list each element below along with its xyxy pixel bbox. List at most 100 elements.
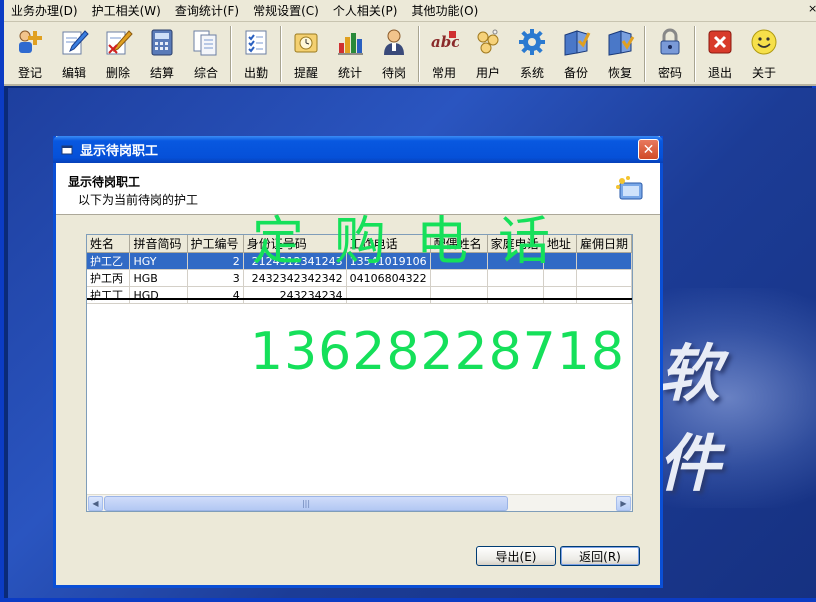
horizontal-scrollbar[interactable]: ◀ ||| ▶ — [87, 494, 632, 511]
summary-button[interactable]: 综合 — [184, 22, 228, 84]
exit-label: 退出 — [707, 66, 732, 80]
exit-icon — [704, 26, 736, 58]
cell-pinyin: HGD — [129, 286, 188, 304]
dialog-close-button[interactable]: ✕ — [638, 139, 659, 160]
cell-home-phone — [487, 286, 544, 304]
edit-label: 编辑 — [61, 66, 86, 80]
common-icon: abc — [428, 26, 460, 58]
attendance-icon — [240, 26, 272, 58]
scrollbar-thumb[interactable]: ||| — [104, 496, 508, 511]
password-label: 密码 — [657, 66, 682, 80]
restore-button[interactable]: 恢复 — [598, 22, 642, 84]
dialog-header-panel: 显示待岗职工 以下为当前待岗的护工 — [56, 163, 660, 215]
col-header-pinyin[interactable]: 拼音简码 — [129, 235, 188, 253]
table-row[interactable]: 护工丙 HGB 3 2432342342342 04106804322 — [87, 269, 632, 287]
cell-id: 4 — [187, 286, 244, 304]
cell-id: 2 — [187, 252, 244, 270]
col-header-hire-date[interactable]: 雇佣日期 — [576, 235, 632, 253]
statistics-icon — [334, 26, 366, 58]
menu-business[interactable]: 业务办理(D) — [4, 1, 85, 21]
dialog-title: 显示待岗职工 — [80, 144, 159, 159]
toolbar-separator — [418, 26, 420, 82]
menu-bar: 业务办理(D) 护工相关(W) 查询统计(F) 常规设置(C) 个人相关(P) … — [4, 0, 816, 22]
delete-icon — [102, 26, 134, 58]
toolbar-separator — [280, 26, 282, 82]
users-label: 用户 — [475, 66, 500, 80]
summary-label: 综合 — [193, 66, 218, 80]
register-icon — [14, 26, 46, 58]
about-smiley-icon — [748, 26, 780, 58]
scroll-right-arrow-icon[interactable]: ▶ — [616, 496, 631, 511]
col-header-name[interactable]: 姓名 — [87, 235, 131, 253]
cell-id: 3 — [187, 269, 244, 287]
cell-idcard: 243234234 — [243, 286, 347, 304]
restore-icon — [604, 26, 636, 58]
toolbar-separator — [644, 26, 646, 82]
reminder-icon — [290, 26, 322, 58]
back-button[interactable]: 返回(R) — [560, 546, 640, 566]
statistics-label: 统计 — [337, 66, 362, 80]
edit-icon — [58, 26, 90, 58]
toolbar: 登记 编辑 删除 结算 综合 出勤 提醒 统计 待岗 abc 常用 用户 系统 … — [4, 22, 816, 86]
wizard-sparkle-icon — [614, 173, 646, 205]
table-row[interactable]: 护工丁 HGD 4 243234234 — [87, 286, 632, 304]
system-button[interactable]: 系统 — [510, 22, 554, 84]
menu-query-stats[interactable]: 查询统计(F) — [168, 1, 246, 21]
statistics-button[interactable]: 统计 — [328, 22, 372, 84]
users-icon — [472, 26, 504, 58]
attendance-button[interactable]: 出勤 — [234, 22, 278, 84]
exit-button[interactable]: 退出 — [698, 22, 742, 84]
menu-other[interactable]: 其他功能(O) — [404, 1, 485, 21]
menu-personal[interactable]: 个人相关(P) — [326, 1, 405, 21]
cell-home-phone — [487, 269, 544, 287]
col-header-id[interactable]: 护工编号 — [187, 235, 244, 253]
cell-hire-date — [576, 269, 632, 287]
cell-name: 护工丁 — [87, 286, 131, 304]
menu-settings[interactable]: 常规设置(C) — [246, 1, 326, 21]
about-button[interactable]: 关于 — [742, 22, 786, 84]
reminder-button[interactable]: 提醒 — [284, 22, 328, 84]
backup-button[interactable]: 备份 — [554, 22, 598, 84]
restore-label: 恢复 — [607, 66, 632, 80]
settle-label: 结算 — [149, 66, 174, 80]
export-button[interactable]: 导出(E) — [476, 546, 556, 566]
cell-idcard: 2432342342342 — [243, 269, 347, 287]
system-label: 系统 — [519, 66, 544, 80]
watermark-phone-number: 13628228718 — [250, 322, 625, 382]
reminder-label: 提醒 — [293, 66, 318, 80]
grid-end-line — [87, 298, 632, 300]
common-label: 常用 — [431, 66, 456, 80]
cell-hire-date — [576, 252, 632, 270]
dialog-title-bar[interactable]: 显示待岗职工 ✕ — [53, 136, 663, 163]
cell-hire-date — [576, 286, 632, 304]
cell-address — [543, 269, 577, 287]
edit-button[interactable]: 编辑 — [52, 22, 96, 84]
menu-caregiver[interactable]: 护工相关(W) — [85, 1, 168, 21]
password-lock-icon — [654, 26, 686, 58]
desktop-logo-text: 软 件 — [658, 337, 735, 500]
attendance-label: 出勤 — [243, 66, 268, 80]
dialog-app-icon — [60, 143, 74, 157]
dialog-header-subtitle: 以下为当前待岗的护工 — [78, 193, 199, 207]
register-button[interactable]: 登记 — [8, 22, 52, 84]
register-label: 登记 — [17, 66, 42, 80]
scroll-left-arrow-icon[interactable]: ◀ — [88, 496, 103, 511]
standby-label: 待岗 — [381, 66, 406, 80]
toolbar-separator — [694, 26, 696, 82]
cell-pinyin: HGY — [129, 252, 188, 270]
common-button[interactable]: abc 常用 — [422, 22, 466, 84]
watermark-order-phone-label: 定购电话 — [252, 212, 581, 272]
standby-button[interactable]: 待岗 — [372, 22, 416, 84]
password-button[interactable]: 密码 — [648, 22, 692, 84]
cell-spouse — [430, 286, 488, 304]
cell-address — [543, 286, 577, 304]
delete-button[interactable]: 删除 — [96, 22, 140, 84]
cell-pinyin: HGB — [129, 269, 188, 287]
users-button[interactable]: 用户 — [466, 22, 510, 84]
cell-name: 护工丙 — [87, 269, 131, 287]
delete-label: 删除 — [105, 66, 130, 80]
settle-button[interactable]: 结算 — [140, 22, 184, 84]
mdi-close-button[interactable]: × — [808, 3, 816, 15]
cell-work-phone: 04106804322 — [346, 269, 431, 287]
cell-spouse — [430, 269, 488, 287]
